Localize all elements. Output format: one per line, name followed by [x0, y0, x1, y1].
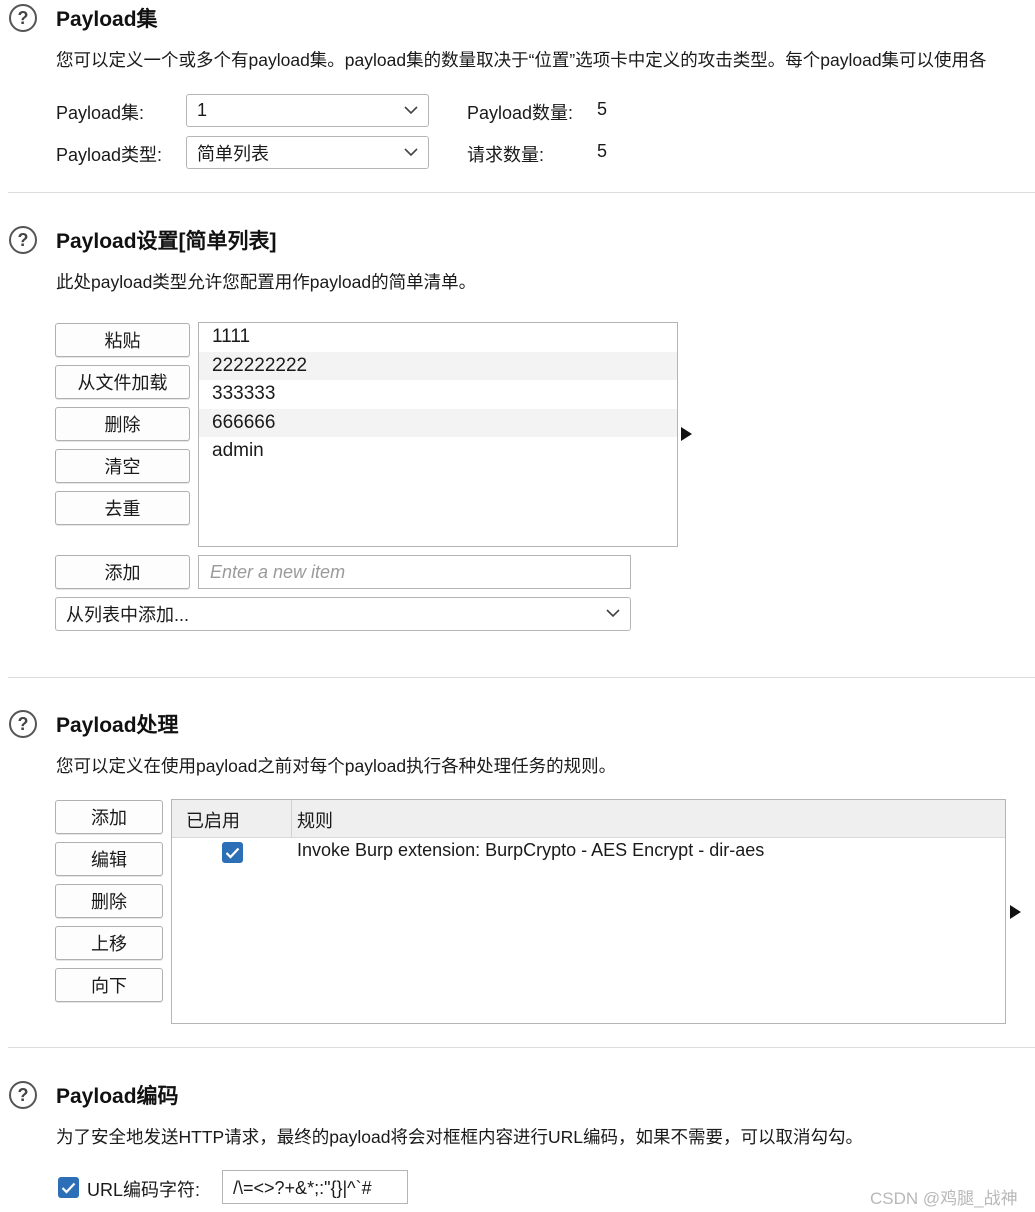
payload-sets-description: 您可以定义一个或多个有payload集。payload集的数量取决于“位置”选项… [56, 50, 987, 70]
deduplicate-button[interactable]: 去重 [55, 491, 190, 525]
chevron-down-icon [606, 609, 620, 618]
list-item[interactable]: 666666 [199, 408, 677, 438]
help-icon[interactable]: ? [9, 226, 37, 254]
table-header: 已启用 规则 [172, 800, 1005, 838]
payload-processing-description: 您可以定义在使用payload之前对每个payload执行各种处理任务的规则。 [56, 756, 617, 776]
list-item[interactable]: 222222222 [199, 351, 677, 381]
payload-processing-title: Payload处理 [56, 714, 179, 737]
url-encode-chars-input[interactable]: /\=<>?+&*;:"{}|^`# [222, 1170, 408, 1204]
payload-list[interactable]: 1111 222222222 333333 666666 admin [198, 322, 678, 547]
payload-type-select[interactable]: 简单列表 [186, 136, 429, 169]
payload-encoding-title: Payload编码 [56, 1085, 179, 1108]
payload-set-value: 1 [197, 100, 208, 120]
check-icon [225, 847, 240, 859]
payload-settings-description: 此处payload类型允许您配置用作payload的简单清单。 [56, 272, 477, 292]
clear-button[interactable]: 清空 [55, 449, 190, 483]
expand-arrow-icon[interactable] [1010, 905, 1021, 919]
column-header-rule[interactable]: 规则 [297, 800, 333, 837]
payload-count-value: 5 [597, 99, 608, 119]
move-down-button[interactable]: 向下 [55, 968, 163, 1002]
add-from-list-value: 从列表中添加... [66, 605, 190, 625]
paste-button[interactable]: 粘贴 [55, 323, 190, 357]
chevron-down-icon [404, 105, 418, 114]
request-count-value: 5 [597, 141, 608, 161]
payload-count-label: Payload数量: [467, 103, 574, 123]
section-divider [8, 1047, 1035, 1048]
section-divider [8, 677, 1035, 678]
list-item[interactable]: 333333 [199, 380, 677, 409]
new-item-input[interactable] [198, 555, 631, 589]
list-item[interactable]: 1111 [199, 323, 677, 352]
add-rule-button[interactable]: 添加 [55, 800, 163, 834]
watermark: CSDN @鸡腿_战神 [870, 1189, 1018, 1208]
payload-sets-title: Payload集 [56, 8, 158, 31]
remove-button[interactable]: 删除 [55, 407, 190, 441]
chevron-down-icon [404, 147, 418, 156]
payload-type-label: Payload类型: [56, 145, 163, 165]
payload-type-value: 简单列表 [197, 143, 269, 164]
help-icon[interactable]: ? [9, 4, 37, 32]
help-icon[interactable]: ? [9, 1081, 37, 1109]
column-separator [291, 800, 292, 837]
rule-text: Invoke Burp extension: BurpCrypto - AES … [297, 840, 765, 860]
edit-rule-button[interactable]: 编辑 [55, 842, 163, 876]
add-item-button[interactable]: 添加 [55, 555, 190, 589]
section-divider [8, 192, 1035, 193]
rules-table[interactable]: 已启用 规则 Invoke Burp extension: BurpCrypto… [171, 799, 1006, 1024]
url-encode-label: URL编码字符: [87, 1180, 201, 1200]
move-up-button[interactable]: 上移 [55, 926, 163, 960]
payload-set-select[interactable]: 1 [186, 94, 429, 127]
url-encode-checkbox[interactable] [58, 1177, 79, 1198]
list-item[interactable]: admin [199, 437, 677, 466]
add-from-list-select[interactable]: 从列表中添加... [55, 597, 631, 631]
expand-arrow-icon[interactable] [681, 427, 692, 441]
payload-settings-title: Payload设置[简单列表] [56, 230, 277, 253]
remove-rule-button[interactable]: 删除 [55, 884, 163, 918]
load-from-file-button[interactable]: 从文件加载 [55, 365, 190, 399]
payload-set-label: Payload集: [56, 103, 145, 123]
column-header-enabled[interactable]: 已启用 [186, 800, 240, 837]
check-icon [61, 1182, 76, 1194]
table-row[interactable]: Invoke Burp extension: BurpCrypto - AES … [172, 837, 1005, 869]
request-count-label: 请求数量: [467, 145, 545, 165]
rule-enabled-checkbox[interactable] [222, 842, 243, 863]
payload-encoding-description: 为了安全地发送HTTP请求，最终的payload将会对框框内容进行URL编码，如… [56, 1127, 863, 1147]
help-icon[interactable]: ? [9, 710, 37, 738]
